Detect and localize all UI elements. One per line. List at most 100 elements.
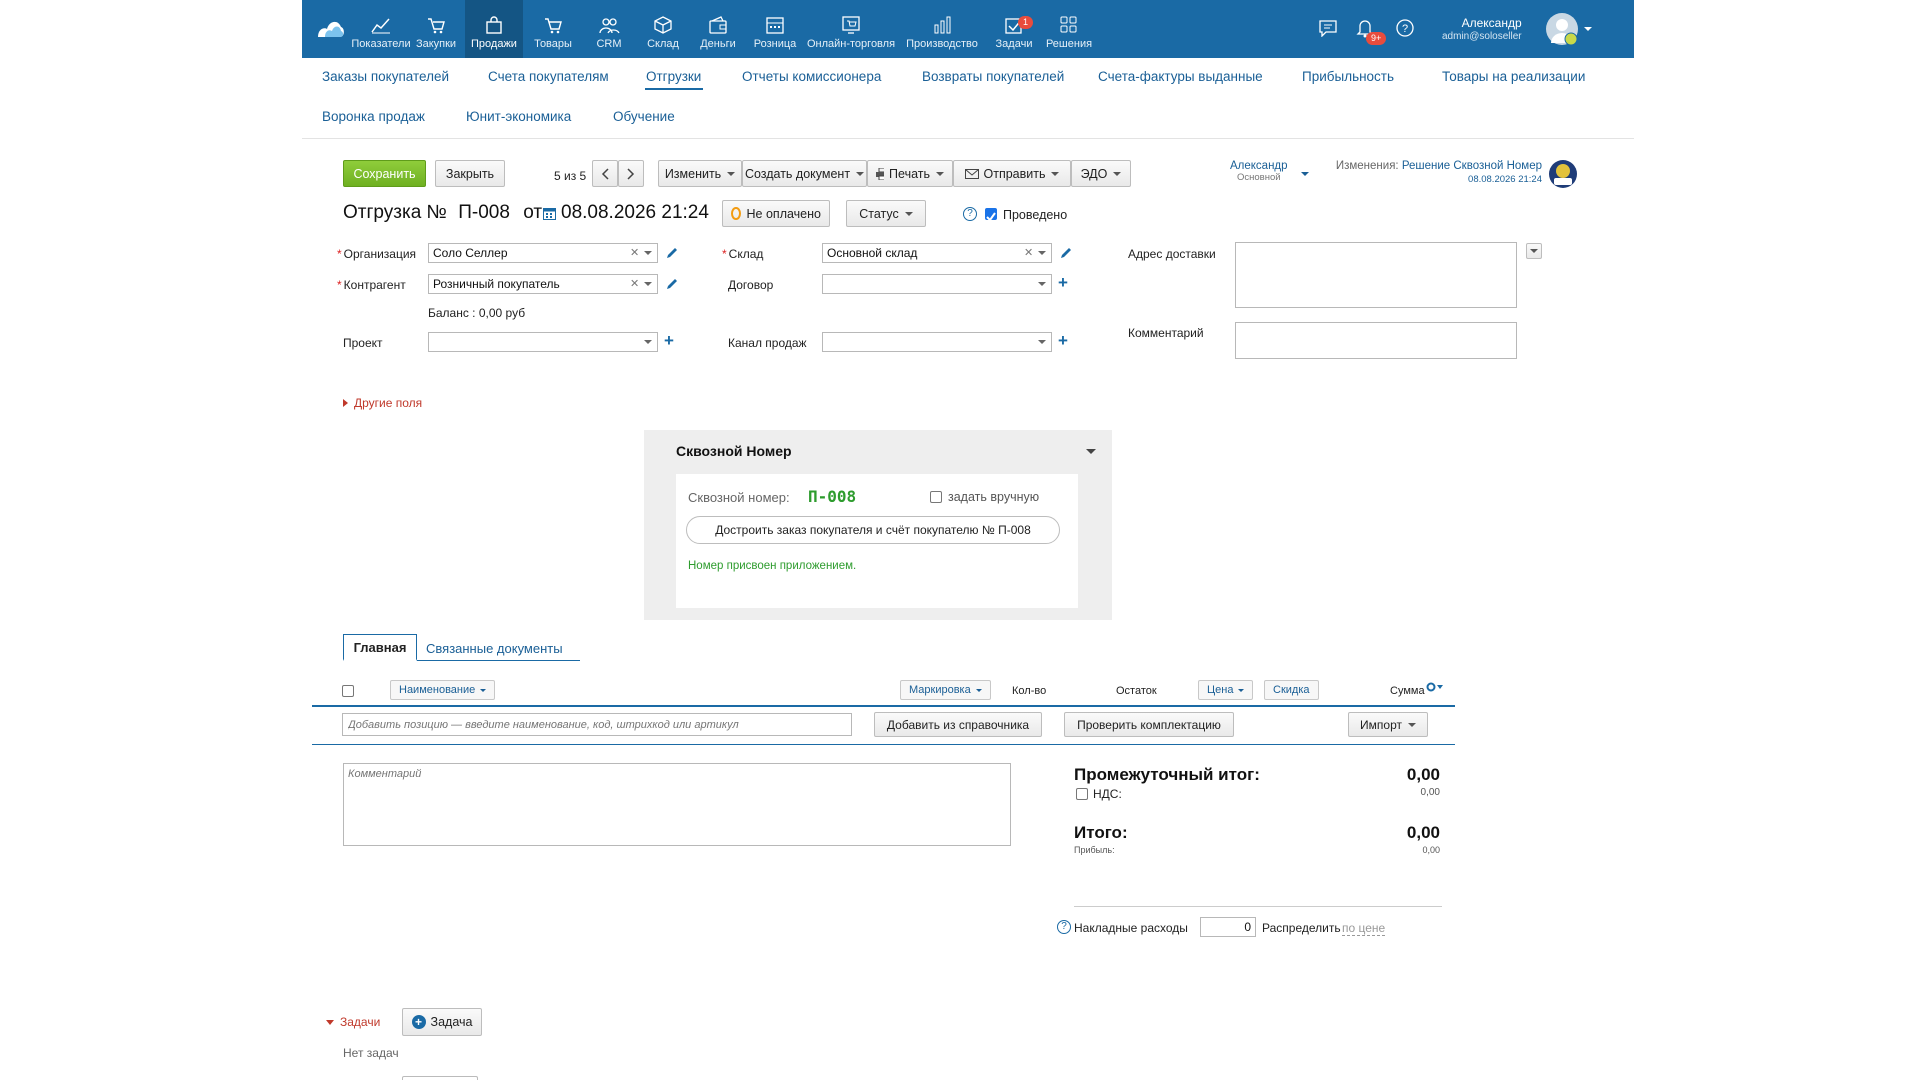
chevron-down-icon[interactable] (1038, 251, 1046, 255)
changes-link[interactable]: Решение Сквозной Номер (1402, 160, 1542, 172)
chevron-down-icon[interactable] (1038, 340, 1046, 344)
prev-button[interactable] (592, 160, 618, 187)
chat-icon[interactable] (1318, 19, 1338, 37)
add-task-button[interactable]: + Задача (402, 1008, 482, 1036)
question-icon[interactable]: ? (963, 207, 977, 221)
add-contract-icon[interactable]: + (1058, 274, 1068, 291)
manual-label: задать вручную (948, 490, 1040, 504)
nav-retail[interactable]: Розница (748, 0, 802, 58)
chevron-down-icon[interactable] (644, 251, 652, 255)
nav-warehouse[interactable]: Склад (638, 0, 688, 58)
chevron-down-icon[interactable] (644, 282, 652, 286)
check-kit-button[interactable]: Проверить комплектацию (1064, 712, 1234, 737)
printer-icon (876, 167, 885, 180)
edit-dropdown-button[interactable]: Изменить (658, 160, 742, 187)
next-button[interactable] (618, 160, 644, 187)
overhead-input[interactable]: 0 (1200, 917, 1256, 937)
clear-icon[interactable]: ✕ (630, 246, 639, 259)
comment-field[interactable] (1235, 322, 1517, 359)
add-project-icon[interactable]: + (664, 332, 674, 349)
organization-field[interactable]: Соло Селлер (428, 243, 658, 263)
nav-crm[interactable]: CRM (584, 0, 634, 58)
document-comment-field[interactable] (343, 763, 1011, 846)
address-expand-button[interactable] (1526, 243, 1542, 259)
app-logo-icon[interactable] (316, 15, 346, 41)
posted-checkbox[interactable] (985, 208, 997, 222)
document-number[interactable]: П-008 (458, 202, 510, 223)
edo-button[interactable]: ЭДО (1071, 160, 1131, 187)
add-from-catalog-button[interactable]: Добавить из справочника (874, 712, 1042, 737)
status-dropdown[interactable]: Статус (846, 200, 926, 227)
vat-checkbox[interactable] (1076, 788, 1088, 800)
partial-button[interactable] (402, 1076, 478, 1080)
subnav-goods-on-consignment[interactable]: Товары на реализации (1442, 69, 1585, 84)
subnav-sales-funnel[interactable]: Воронка продаж (322, 109, 425, 124)
delivery-address-field[interactable] (1235, 242, 1517, 308)
nav-money[interactable]: Деньги (692, 0, 744, 58)
build-documents-button[interactable]: Достроить заказ покупателя и счёт покупа… (686, 516, 1060, 544)
column-price[interactable]: Цена (1198, 680, 1254, 700)
nav-tasks[interactable]: Задачи (988, 0, 1040, 58)
chevron-down-icon[interactable] (644, 340, 652, 344)
clear-icon[interactable]: ✕ (630, 277, 639, 290)
payment-status-button[interactable]: Не оплачено (722, 200, 830, 227)
sales-channel-field[interactable] (822, 332, 1052, 352)
select-all-checkbox[interactable] (342, 685, 354, 697)
create-document-button[interactable]: Создать документ (742, 160, 867, 187)
import-button[interactable]: Импорт (1348, 712, 1428, 737)
tab-related-documents[interactable]: Связанные документы (418, 636, 571, 661)
close-button[interactable]: Закрыть (435, 160, 505, 187)
collapse-icon[interactable] (1086, 449, 1096, 454)
owner-selector[interactable]: Александр Основной (1230, 160, 1288, 184)
nav-indicators[interactable]: Показатели (351, 0, 411, 58)
subnav-customer-invoices[interactable]: Счета покупателям (488, 69, 609, 84)
subnav-commission-reports[interactable]: Отчеты комиссионера (742, 69, 881, 84)
subnav-unit-economics[interactable]: Юнит-экономика (466, 109, 571, 124)
subnav-profitability[interactable]: Прибыльность (1302, 69, 1394, 84)
pencil-icon[interactable] (666, 247, 678, 259)
counterparty-field[interactable]: Розничный покупатель (428, 274, 658, 294)
nav-production[interactable]: Производство (900, 0, 984, 58)
nav-sales[interactable]: Продажи (465, 0, 523, 58)
tasks-badge: 1 (1018, 16, 1034, 29)
nav-online-trade[interactable]: Онлайн-торговля (806, 0, 896, 58)
subnav-customer-orders[interactable]: Заказы покупателей (322, 69, 449, 84)
warehouse-field[interactable]: Основной склад (822, 243, 1052, 263)
clear-icon[interactable]: ✕ (1024, 246, 1033, 259)
subnav-shipments[interactable]: Отгрузки (646, 69, 701, 84)
send-button[interactable]: Отправить (953, 160, 1071, 187)
print-button[interactable]: Печать (867, 160, 953, 187)
distribute-mode-link[interactable]: по цене (1342, 921, 1386, 936)
pencil-icon[interactable] (1060, 247, 1072, 259)
add-position-input[interactable] (342, 713, 852, 736)
nav-products[interactable]: Товары (526, 0, 580, 58)
question-icon[interactable]: ? (1057, 920, 1071, 934)
tasks-toggle[interactable]: Задачи (326, 1015, 380, 1029)
nav-solutions[interactable]: Решения (1042, 0, 1096, 58)
save-button[interactable]: Сохранить (343, 160, 426, 187)
project-field[interactable] (428, 332, 658, 352)
column-marking[interactable]: Маркировка (900, 680, 991, 700)
user-info[interactable]: Александр admin@soloseller (1442, 16, 1522, 44)
user-menu-caret-icon[interactable] (1584, 27, 1592, 31)
nav-purchases[interactable]: Закупки (409, 0, 463, 58)
calendar-icon[interactable] (543, 207, 556, 220)
contract-field[interactable] (822, 274, 1052, 294)
column-name[interactable]: Наименование (390, 680, 496, 700)
chevron-down-icon[interactable] (1038, 282, 1046, 286)
subnav-customer-returns[interactable]: Возвраты покупателей (922, 69, 1064, 84)
help-icon[interactable]: ? (1396, 19, 1414, 37)
delivery-address-label: Адрес доставки (1128, 247, 1216, 261)
avatar[interactable] (1546, 13, 1578, 46)
other-fields-toggle[interactable]: Другие поля (343, 396, 422, 410)
subnav-issued-invoices[interactable]: Счета-фактуры выданные (1098, 69, 1263, 84)
document-date[interactable]: 08.08.2026 21:24 (561, 202, 709, 224)
column-discount[interactable]: Скидка (1264, 680, 1319, 700)
gear-icon[interactable] (1426, 682, 1444, 692)
pencil-icon[interactable] (666, 278, 678, 290)
tab-main[interactable]: Главная (343, 634, 417, 661)
subnav-training[interactable]: Обучение (613, 109, 675, 124)
add-sales-channel-icon[interactable]: + (1058, 332, 1068, 349)
manual-checkbox[interactable] (930, 491, 942, 503)
owner-caret-icon[interactable] (1301, 172, 1309, 176)
